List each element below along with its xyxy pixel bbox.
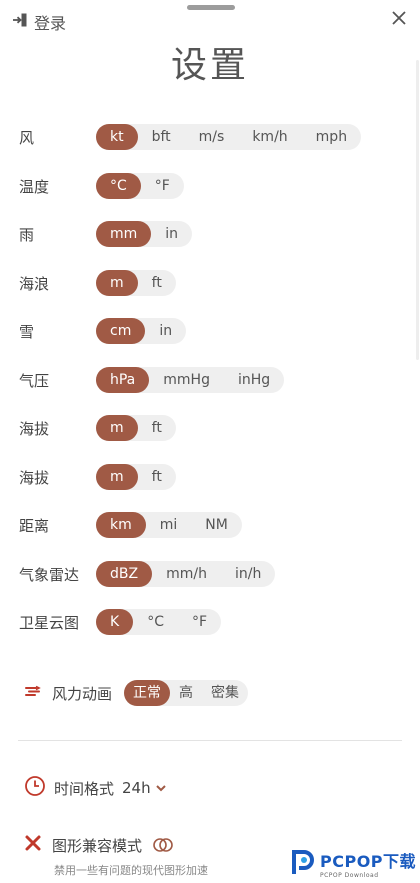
unit-row-label: 海拔 (19, 468, 50, 487)
unit-option[interactable]: K (96, 609, 134, 635)
unit-row: 雨 mm in (19, 221, 193, 247)
wind-icon (24, 683, 44, 703)
unit-option[interactable]: cm (96, 318, 146, 344)
time-format-label: 时间格式 (54, 779, 115, 798)
unit-row: 雪 cm in (19, 318, 187, 344)
unit-selector: K °C °F (96, 609, 222, 635)
time-format-value: 24h (122, 779, 151, 797)
unit-row-label: 气压 (19, 371, 50, 390)
graphics-compat-description: 禁用一些有问题的现代图形加速 (54, 864, 208, 877)
unit-option[interactable]: bft (138, 124, 185, 150)
login-button[interactable]: 登录 (12, 10, 66, 34)
unit-row: 海拔 m ft (19, 464, 176, 490)
close-icon (392, 11, 406, 25)
unit-option[interactable]: m (96, 270, 138, 296)
close-button[interactable] (388, 7, 410, 29)
unit-selector: °C °F (96, 173, 184, 199)
unit-row-label: 距离 (19, 516, 50, 535)
wind-animation-selector: 正常高密集 (124, 680, 249, 706)
unit-option[interactable]: km (96, 512, 146, 538)
unit-row: 卫星云图 K °C °F (19, 609, 222, 635)
time-format-row: 时间格式 24h (24, 775, 167, 801)
wind-animation-option[interactable]: 密集 (202, 680, 248, 706)
unit-option[interactable]: mm/h (152, 561, 221, 587)
watermark: PCPOP下载 PCPOP Download (288, 843, 420, 883)
unit-option[interactable]: °F (178, 609, 221, 635)
divider (18, 740, 402, 741)
unit-option[interactable]: mi (146, 512, 192, 538)
unit-selector: dBZ mm/h in/h (96, 561, 276, 587)
unit-option[interactable]: °F (141, 173, 184, 199)
scrollbar[interactable] (416, 60, 419, 360)
login-label: 登录 (34, 14, 67, 33)
unit-option[interactable]: hPa (96, 367, 150, 393)
unit-option[interactable]: m (96, 415, 138, 441)
toggle-icon (153, 838, 173, 852)
unit-row-label: 雨 (19, 225, 35, 244)
graphics-compat-label: 图形兼容模式 (52, 836, 143, 855)
graphics-compat-toggle[interactable] (152, 837, 176, 853)
unit-selector: hPa mmHg inHg (96, 367, 285, 393)
unit-row: 距离 km mi NM (19, 512, 242, 538)
time-format-select[interactable]: 24h (122, 779, 167, 797)
unit-selector: m ft (96, 415, 176, 441)
unit-option[interactable]: dBZ (96, 561, 153, 587)
clock-icon (24, 775, 46, 801)
unit-option[interactable]: m/s (185, 124, 239, 150)
unit-selector: m ft (96, 270, 176, 296)
login-icon (12, 12, 28, 32)
unit-row-label: 风 (19, 128, 35, 147)
unit-option[interactable]: m (96, 464, 138, 490)
watermark-subtext: PCPOP Download (320, 871, 379, 879)
unit-row-label: 海浪 (19, 274, 50, 293)
unit-selector: cm in (96, 318, 187, 344)
unit-option[interactable]: in/h (221, 561, 275, 587)
unit-selector: m ft (96, 464, 176, 490)
unit-option[interactable]: NM (191, 512, 242, 538)
unit-row: 风 kt bft m/s km/h mph (19, 124, 362, 150)
unit-option[interactable]: ft (138, 270, 176, 296)
unit-option[interactable]: ft (138, 464, 176, 490)
graphics-compat-row: 图形兼容模式 (24, 832, 176, 858)
unit-selector: mm in (96, 221, 193, 247)
unit-row: 气压 hPa mmHg inHg (19, 367, 285, 393)
unit-selector: km mi NM (96, 512, 242, 538)
unit-row: 温度 °C °F (19, 173, 184, 199)
unit-option[interactable]: kt (96, 124, 138, 150)
disabled-x-icon (24, 834, 42, 856)
watermark-text: PCPOP下载 (320, 851, 417, 871)
unit-row-label: 气象雷达 (19, 565, 80, 584)
chevron-down-icon (155, 785, 166, 792)
unit-option[interactable]: km/h (238, 124, 301, 150)
wind-animation-row: 风力动画 正常高密集 (24, 680, 249, 706)
unit-row: 海拔 m ft (19, 415, 176, 441)
unit-selector: kt bft m/s km/h mph (96, 124, 362, 150)
wind-animation-label: 风力动画 (52, 684, 113, 703)
wind-animation-option[interactable]: 正常 (124, 680, 171, 706)
unit-option[interactable]: inHg (224, 367, 284, 393)
unit-option[interactable]: mm (96, 221, 152, 247)
unit-row-label: 卫星云图 (19, 613, 80, 632)
drag-handle[interactable] (187, 5, 235, 10)
page-title: 设置 (170, 45, 249, 86)
wind-animation-option[interactable]: 高 (170, 680, 202, 706)
unit-option[interactable]: mmHg (149, 367, 224, 393)
unit-option[interactable]: °C (96, 173, 141, 199)
unit-row: 海浪 m ft (19, 270, 176, 296)
unit-row: 气象雷达 dBZ mm/h in/h (19, 561, 276, 587)
unit-option[interactable]: °C (133, 609, 178, 635)
pcpop-logo-icon (288, 846, 316, 880)
unit-option[interactable]: mph (302, 124, 361, 150)
unit-row-label: 雪 (19, 322, 35, 341)
unit-option[interactable]: ft (138, 415, 176, 441)
unit-row-label: 海拔 (19, 419, 50, 438)
unit-option[interactable]: in (145, 318, 186, 344)
unit-option[interactable]: in (151, 221, 192, 247)
unit-row-label: 温度 (19, 177, 50, 196)
